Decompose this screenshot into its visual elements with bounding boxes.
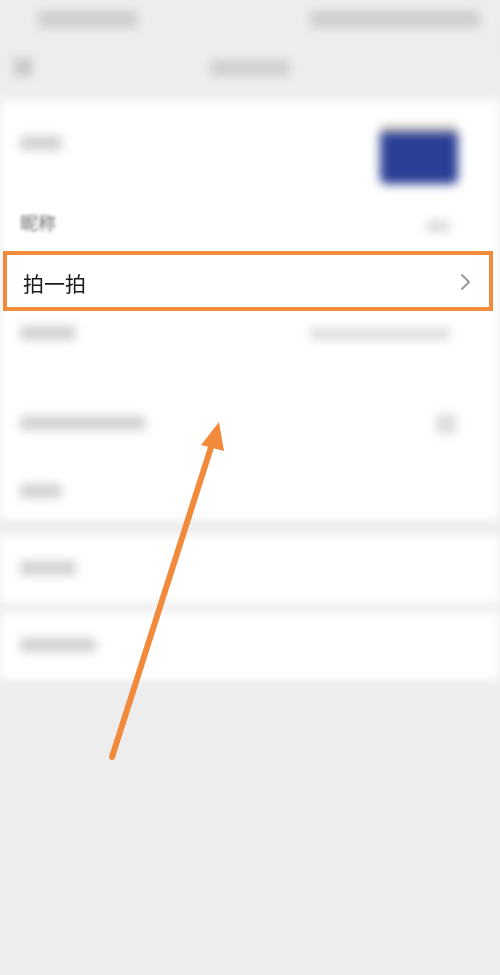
address-list [0, 535, 500, 603]
back-icon[interactable] [14, 58, 32, 76]
status-left-info [38, 10, 138, 28]
nickname-label[interactable]: 昵称 [20, 210, 56, 236]
wechat-id-value [310, 328, 450, 340]
address-row-label [20, 561, 76, 575]
qr-code-row-label [20, 416, 146, 430]
status-right-info [310, 10, 480, 28]
more-row-label [20, 484, 62, 498]
pat-row-label: 拍一拍 [23, 273, 86, 297]
profile-settings-screen: 昵称 拍一拍 [0, 0, 500, 975]
navigation-bar [0, 40, 500, 96]
page-title [210, 60, 290, 76]
avatar-row-label [20, 136, 62, 150]
pat-row[interactable]: 拍一拍 [3, 251, 493, 311]
status-bar [0, 0, 500, 40]
qr-code-icon[interactable] [436, 414, 456, 434]
avatar[interactable] [380, 124, 458, 184]
invoice-list [0, 612, 500, 680]
nickname-value [426, 220, 450, 232]
invoice-row-label [20, 638, 96, 652]
chevron-right-icon [461, 274, 470, 290]
wechat-id-row-label [20, 326, 76, 340]
